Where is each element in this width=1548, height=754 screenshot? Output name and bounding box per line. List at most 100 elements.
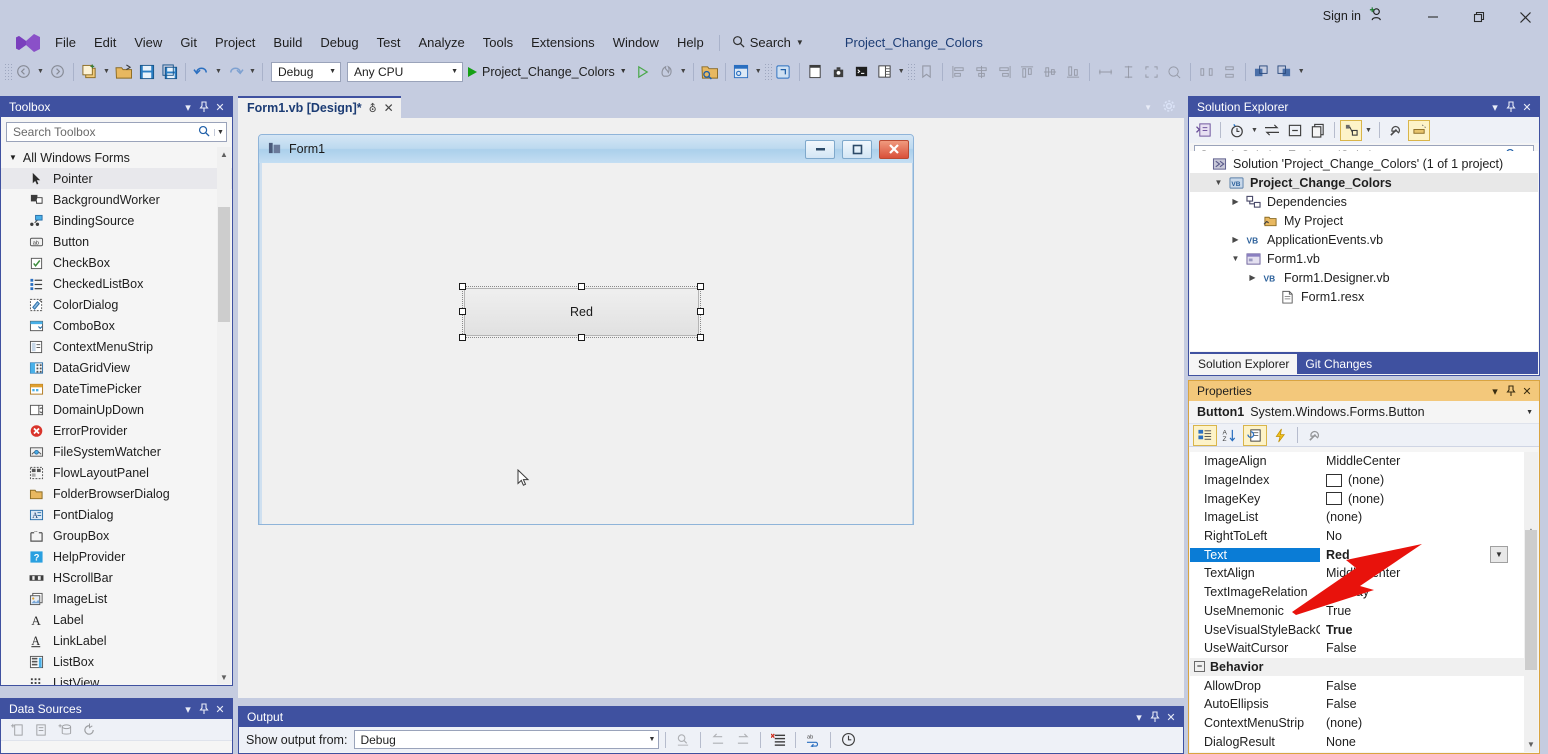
properties-value-cell[interactable]: MiddleCenter bbox=[1320, 566, 1524, 580]
toolbox-item-imagelist[interactable]: ImageList bbox=[1, 588, 232, 609]
data-sources-close-icon[interactable]: ✕ bbox=[212, 701, 228, 717]
align-tops-icon[interactable] bbox=[1016, 61, 1039, 83]
add-data-source-icon[interactable] bbox=[6, 719, 28, 740]
properties-value-cell[interactable]: True bbox=[1320, 604, 1524, 618]
solution-tree-item[interactable]: Solution 'Project_Change_Colors' (1 of 1… bbox=[1190, 154, 1538, 173]
alphabetical-icon[interactable]: AZ bbox=[1218, 425, 1242, 446]
toolbox-item-helpprovider[interactable]: ?HelpProvider bbox=[1, 546, 232, 567]
properties-value-cell[interactable]: (none) bbox=[1320, 473, 1524, 487]
code-view-icon[interactable] bbox=[1193, 120, 1215, 141]
menu-git[interactable]: Git bbox=[171, 31, 206, 55]
find-in-files-icon[interactable] bbox=[698, 61, 721, 83]
vertical-spacing-icon[interactable] bbox=[1218, 61, 1241, 83]
horizontal-spacing-icon[interactable] bbox=[1195, 61, 1218, 83]
menu-edit[interactable]: Edit bbox=[85, 31, 125, 55]
toolbox-pin-icon[interactable] bbox=[196, 99, 212, 115]
toolbox-dropdown-icon[interactable]: ▾ bbox=[180, 99, 196, 115]
expander-collapsed-icon[interactable]: ▶ bbox=[1228, 235, 1243, 244]
toolbox-item-backgroundworker[interactable]: BackgroundWorker bbox=[1, 189, 232, 210]
toolbar-overflow[interactable]: ▼ bbox=[1296, 61, 1307, 83]
solution-tree-item[interactable]: Form1.resx bbox=[1190, 287, 1538, 306]
chevron-down-icon[interactable]: ▼ bbox=[1526, 409, 1533, 416]
tab-list-dropdown-icon[interactable]: ▼ bbox=[1144, 103, 1152, 112]
scroll-down-icon[interactable]: ▼ bbox=[218, 670, 230, 684]
properties-row[interactable]: EnabledTrue bbox=[1190, 751, 1524, 752]
redo-dropdown[interactable]: ▼ bbox=[247, 61, 258, 83]
designed-form[interactable]: Form1 Red bbox=[258, 134, 914, 525]
minimize-button[interactable] bbox=[1410, 0, 1456, 34]
toolbox-scroll-thumb[interactable] bbox=[218, 207, 230, 322]
properties-row[interactable]: AllowDropFalse bbox=[1190, 676, 1524, 695]
resize-handle-e[interactable] bbox=[697, 308, 704, 315]
size-to-grid-icon[interactable] bbox=[1140, 61, 1163, 83]
properties-value-cell[interactable]: False bbox=[1320, 679, 1524, 693]
expander-expanded-icon[interactable]: ▼ bbox=[1228, 254, 1243, 263]
properties-scroll-thumb[interactable] bbox=[1525, 530, 1537, 670]
properties-row[interactable]: UseWaitCursorFalse bbox=[1190, 639, 1524, 658]
project-name-tab[interactable]: Project_Change_Colors bbox=[836, 31, 992, 55]
configure-datasource-icon[interactable] bbox=[30, 719, 52, 740]
toolbar-grip[interactable] bbox=[764, 63, 772, 81]
data-sources-pin-icon[interactable] bbox=[196, 701, 212, 717]
sign-in-button[interactable]: Sign in bbox=[1323, 6, 1384, 25]
properties-row[interactable]: ImageList(none) bbox=[1190, 508, 1524, 527]
scroll-down-icon[interactable]: ▼ bbox=[1525, 737, 1537, 751]
toggle-wordwrap-icon[interactable]: ab bbox=[802, 730, 824, 750]
toolbox-item-listview[interactable]: ListView bbox=[1, 672, 232, 685]
properties-row[interactable]: TextAlignMiddleCenter bbox=[1190, 564, 1524, 583]
tab-solution-explorer[interactable]: Solution Explorer bbox=[1190, 354, 1297, 374]
toolbox-item-linklabel[interactable]: ALinkLabel bbox=[1, 630, 232, 651]
properties-row[interactable]: TextRed▼ bbox=[1190, 545, 1524, 564]
properties-close-icon[interactable]: ✕ bbox=[1519, 383, 1535, 399]
clear-all-icon[interactable] bbox=[767, 730, 789, 750]
new-window-icon[interactable] bbox=[804, 61, 827, 83]
solution-explorer-icon[interactable] bbox=[730, 61, 753, 83]
output-close-icon[interactable]: ✕ bbox=[1163, 709, 1179, 725]
solution-explorer-dropdown[interactable]: ▼ bbox=[753, 61, 764, 83]
properties-row[interactable]: ImageAlignMiddleCenter bbox=[1190, 452, 1524, 471]
toolbox-item-fontdialog[interactable]: AFontDialog bbox=[1, 504, 232, 525]
make-same-height-icon[interactable] bbox=[1117, 61, 1140, 83]
properties-row[interactable]: AutoEllipsisFalse bbox=[1190, 695, 1524, 714]
console-icon[interactable] bbox=[850, 61, 873, 83]
pending-changes-icon[interactable] bbox=[1226, 120, 1248, 141]
toolbox-item-pointer[interactable]: Pointer bbox=[1, 168, 232, 189]
toolbox-item-checkedlistbox[interactable]: CheckedListBox bbox=[1, 273, 232, 294]
properties-value-cell[interactable]: (none) bbox=[1320, 716, 1524, 730]
menu-view[interactable]: View bbox=[125, 31, 171, 55]
expander-collapsed-icon[interactable]: ▶ bbox=[1228, 197, 1243, 206]
bookmark-icon[interactable] bbox=[915, 61, 938, 83]
solution-explorer-pin-icon[interactable] bbox=[1503, 99, 1519, 115]
properties-row[interactable]: ContextMenuStrip(none) bbox=[1190, 714, 1524, 733]
bring-to-front-icon[interactable] bbox=[1250, 61, 1273, 83]
properties-value-cell[interactable]: None bbox=[1320, 735, 1524, 749]
show-all-files-icon[interactable] bbox=[1307, 120, 1329, 141]
form-client-area[interactable]: Red bbox=[260, 163, 912, 524]
properties-pin-icon[interactable] bbox=[1503, 383, 1519, 399]
tab-close-icon[interactable]: ✕ bbox=[384, 101, 394, 115]
properties-value-cell[interactable]: (none) bbox=[1320, 492, 1524, 506]
expander-expanded-icon[interactable]: ▼ bbox=[1211, 178, 1226, 187]
categorized-icon[interactable] bbox=[1193, 425, 1217, 446]
toolbox-item-icon[interactable] bbox=[827, 61, 850, 83]
menu-analyze[interactable]: Analyze bbox=[409, 31, 473, 55]
solution-tree-item[interactable]: ▶Dependencies bbox=[1190, 192, 1538, 211]
properties-value-cell[interactable]: False bbox=[1320, 697, 1524, 711]
redo-icon[interactable] bbox=[224, 61, 247, 83]
toolbox-item-domainupdown[interactable]: DomainUpDown bbox=[1, 399, 232, 420]
toolbox-item-colordialog[interactable]: ColorDialog bbox=[1, 294, 232, 315]
toolbox-item-bindingsource[interactable]: BindingSource bbox=[1, 210, 232, 231]
search-button[interactable]: Search ▼ bbox=[726, 32, 810, 54]
properties-object-selector[interactable]: Button1 System.Windows.Forms.Button ▼ bbox=[1189, 401, 1539, 423]
make-same-width-icon[interactable] bbox=[1094, 61, 1117, 83]
toolbox-search-options-icon[interactable]: ▼ bbox=[214, 129, 226, 136]
toolbox-search-input[interactable]: Search Toolbox ▼ bbox=[6, 122, 227, 142]
tab-form1-design[interactable]: Form1.vb [Design]* ⛢ ✕ bbox=[238, 96, 401, 118]
platform-combobox[interactable]: Any CPU ▼ bbox=[347, 62, 463, 82]
toggle-timestamp-icon[interactable] bbox=[837, 730, 859, 750]
solution-tree-item[interactable]: ▼Form1.vb bbox=[1190, 249, 1538, 268]
properties-value-cell[interactable]: MiddleCenter bbox=[1320, 454, 1524, 468]
events-icon[interactable] bbox=[1268, 425, 1292, 446]
resize-handle-nw[interactable] bbox=[459, 283, 466, 290]
resize-handle-s[interactable] bbox=[578, 334, 585, 341]
